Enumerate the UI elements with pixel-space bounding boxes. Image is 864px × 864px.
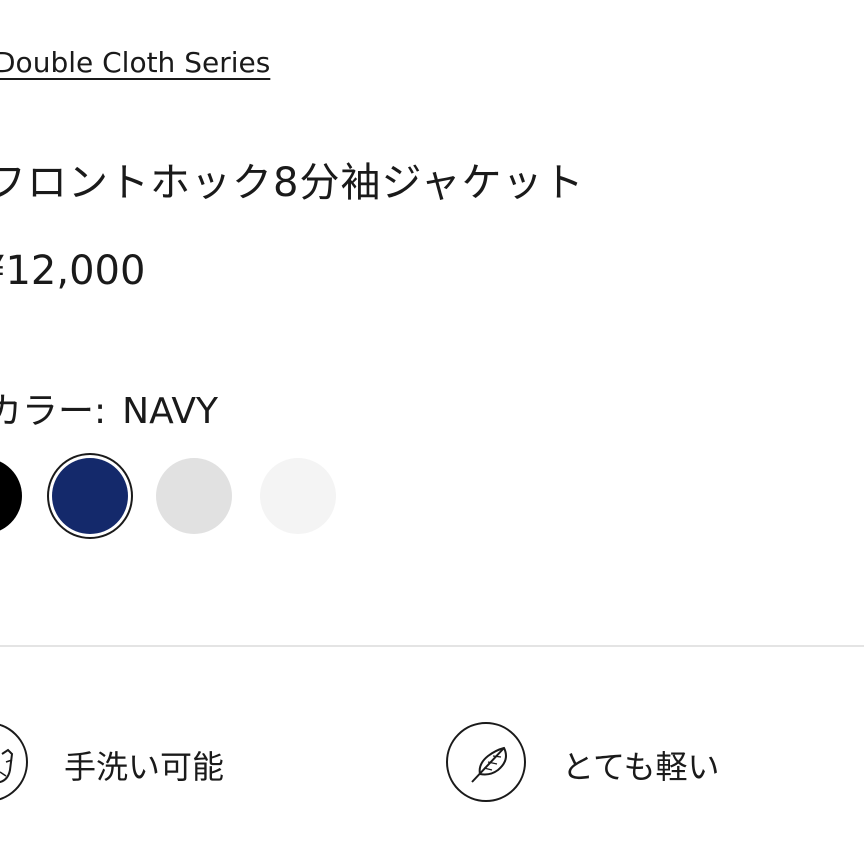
color-swatch-black[interactable] <box>0 458 22 534</box>
selected-color-value: NAVY <box>122 391 219 432</box>
color-swatch-navy[interactable] <box>52 458 128 534</box>
color-label-separator: : <box>94 391 107 432</box>
color-label-row: カラー: NAVY <box>0 382 218 434</box>
product-price: ¥12,000 <box>0 248 146 294</box>
product-title: フロントホック8分袖ジャケット <box>0 160 585 206</box>
color-swatch-white[interactable] <box>260 458 336 534</box>
series-link[interactable]: Double Cloth Series <box>0 46 270 79</box>
product-detail-page: Double Cloth Series フロントホック8分袖ジャケット ¥12,… <box>0 0 864 864</box>
color-label: カラー <box>0 391 95 432</box>
feature-hand-wash-label: 手洗い可能 <box>64 748 225 786</box>
color-swatch-gray[interactable] <box>156 458 232 534</box>
feature-lightweight-label: とても軽い <box>562 748 720 786</box>
feather-icon <box>446 722 526 802</box>
hand-wash-icon <box>0 722 28 802</box>
section-divider <box>0 645 864 647</box>
